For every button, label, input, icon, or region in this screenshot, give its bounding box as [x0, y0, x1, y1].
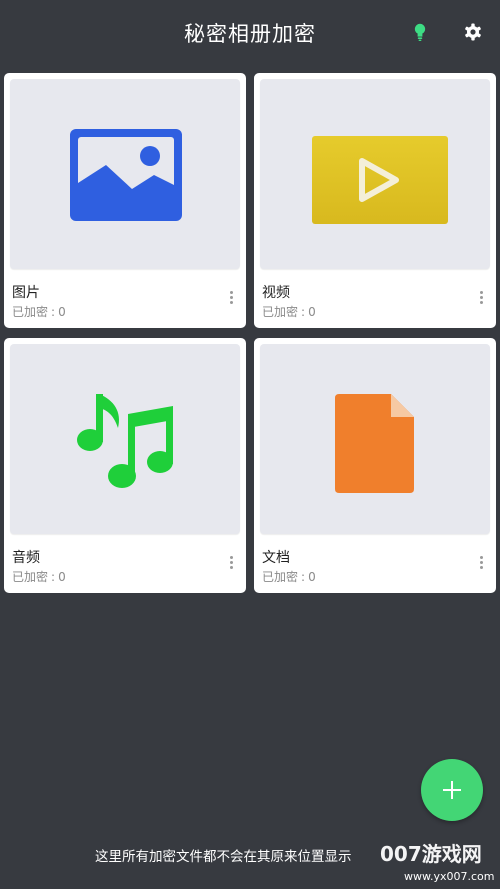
count-value: 0 — [308, 305, 316, 319]
footer-note: 这里所有加密文件都不会在其原来位置显示 — [95, 849, 352, 865]
watermark-url: www.yx007.com — [404, 870, 495, 883]
encrypted-count: 已加密:0 — [12, 305, 66, 319]
category-card-videos[interactable]: 视频 已加密:0 — [254, 73, 496, 328]
count-label: 已加密 — [12, 570, 49, 584]
lightbulb-icon[interactable] — [408, 20, 432, 44]
category-thumbnail — [10, 344, 240, 534]
more-options-icon[interactable] — [228, 556, 234, 572]
count-label: 已加密 — [262, 305, 299, 319]
category-title: 图片 — [12, 285, 40, 301]
category-thumbnail — [260, 79, 490, 269]
gear-icon[interactable] — [461, 20, 485, 44]
count-label: 已加密 — [262, 570, 299, 584]
top-app-bar: 秘密相册加密 — [0, 0, 500, 64]
category-title: 音频 — [12, 550, 40, 566]
video-icon — [312, 136, 448, 224]
music-icon — [77, 394, 173, 488]
category-thumbnail — [10, 79, 240, 269]
watermark-logo: 007游戏网 — [380, 842, 482, 866]
category-thumbnail — [260, 344, 490, 534]
more-options-icon[interactable] — [228, 291, 234, 307]
category-card-images[interactable]: 图片 已加密:0 — [4, 73, 246, 328]
more-options-icon[interactable] — [478, 291, 484, 307]
encrypted-count: 已加密:0 — [12, 570, 66, 584]
category-title: 文档 — [262, 550, 290, 566]
category-card-documents[interactable]: 文档 已加密:0 — [254, 338, 496, 593]
count-value: 0 — [58, 305, 66, 319]
plus-icon — [443, 781, 461, 799]
count-label: 已加密 — [12, 305, 49, 319]
more-options-icon[interactable] — [478, 556, 484, 572]
category-card-audio[interactable]: 音频 已加密:0 — [4, 338, 246, 593]
count-value: 0 — [308, 570, 316, 584]
document-icon — [335, 394, 414, 493]
category-title: 视频 — [262, 285, 290, 301]
add-file-button[interactable] — [421, 759, 483, 821]
encrypted-count: 已加密:0 — [262, 570, 316, 584]
encrypted-count: 已加密:0 — [262, 305, 316, 319]
count-value: 0 — [58, 570, 66, 584]
image-icon — [70, 129, 182, 221]
